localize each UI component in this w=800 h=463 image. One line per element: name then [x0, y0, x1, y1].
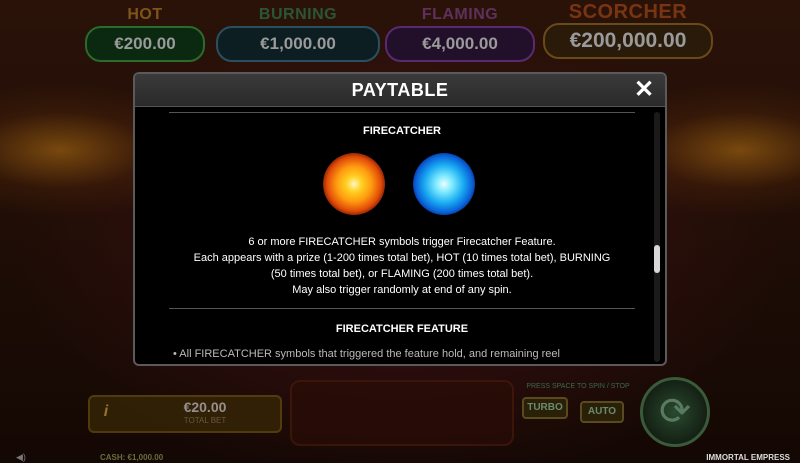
control-bar: i €20.00 TOTAL BET PRESS SPACE TO SPIN /… [0, 375, 800, 463]
paytable-modal: PAYTABLE ✕ FIRECATCHER 6 or more FIRECAT… [133, 72, 667, 366]
feature-bullet: • All FIRECATCHER symbols that triggered… [173, 348, 560, 360]
description-line: (50 times total bet), or FLAMING (200 ti… [270, 268, 534, 280]
feature-description: 6 or more FIRECATCHER symbols trigger Fi… [135, 234, 653, 298]
jackpot-hot: HOT €200.00 [85, 6, 205, 62]
jackpot-name: BURNING [258, 6, 338, 23]
close-icon[interactable]: ✕ [631, 77, 657, 103]
jackpot-value: €1,000.00 [216, 26, 380, 62]
jackpot-name: FLAMING [421, 6, 499, 23]
speaker-icon[interactable]: ◀) [16, 452, 26, 463]
info-icon[interactable]: i [94, 400, 118, 424]
jackpot-name: HOT [127, 6, 163, 23]
scrollbar[interactable] [654, 112, 660, 362]
paytable-content: FIRECATCHER 6 or more FIRECATCHER symbol… [135, 108, 653, 364]
blue-orb-icon [413, 153, 475, 215]
jackpot-flaming: FLAMING €4,000.00 [385, 6, 535, 62]
spin-icon: ⟳ [659, 391, 691, 433]
bet-value[interactable]: €20.00 [150, 399, 260, 415]
game-name: IMMORTAL EMPRESS [706, 453, 790, 462]
jackpot-value: €4,000.00 [385, 26, 535, 62]
divider [169, 308, 635, 309]
jackpot-bar: HOT €200.00 BURNING €1,000.00 FLAMING €4… [0, 0, 800, 62]
section-title: FIRECATCHER [362, 125, 441, 137]
auto-button[interactable]: AUTO [580, 401, 624, 423]
jackpot-burning: BURNING €1,000.00 [216, 6, 380, 62]
jackpot-scorcher: SCORCHER €200,000.00 [543, 1, 713, 59]
jackpot-name: SCORCHER [568, 1, 688, 23]
jackpot-value: €200,000.00 [543, 23, 713, 59]
turbo-button[interactable]: TURBO [522, 397, 568, 419]
description-line: May also trigger randomly at end of any … [292, 284, 512, 296]
description-line: Each appears with a prize (1-200 times t… [193, 252, 611, 264]
fire-orb-icon [323, 153, 385, 215]
bet-panel: i €20.00 TOTAL BET [88, 395, 282, 433]
spin-button[interactable]: ⟳ [640, 377, 710, 447]
description-line: 6 or more FIRECATCHER symbols trigger Fi… [248, 236, 556, 248]
divider [169, 112, 635, 113]
spin-hint: PRESS SPACE TO SPIN / STOP [526, 383, 630, 390]
scrollbar-thumb[interactable] [654, 245, 660, 273]
cash-display: CASH: €1,000.00 [100, 453, 164, 462]
modal-header: PAYTABLE ✕ [135, 74, 665, 107]
jackpot-value: €200.00 [85, 26, 205, 62]
status-bar: ◀) CASH: €1,000.00 IMMORTAL EMPRESS [0, 452, 800, 463]
modal-title: PAYTABLE [351, 80, 449, 100]
win-display [290, 380, 514, 446]
bet-label: TOTAL BET [183, 416, 227, 425]
section-title: FIRECATCHER FEATURE [335, 323, 469, 335]
